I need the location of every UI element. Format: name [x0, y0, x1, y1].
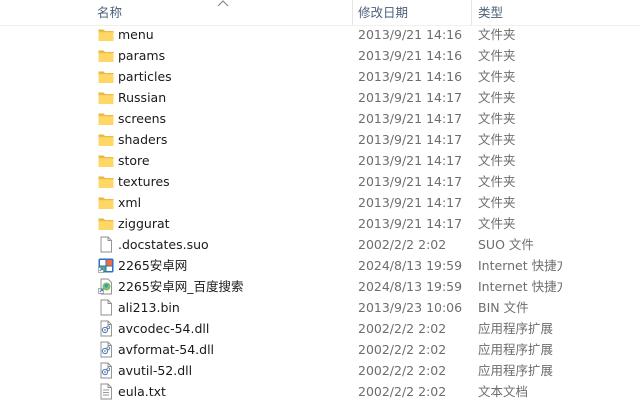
file-date-modified: 2013/9/21 14:17 [358, 90, 463, 105]
file-name: textures [118, 174, 170, 189]
file-name: menu [118, 27, 154, 42]
file-name: store [118, 153, 150, 168]
file-date-modified: 2013/9/21 14:17 [358, 216, 463, 231]
file-date-modified: 2013/9/21 14:17 [358, 174, 463, 189]
file-name: ali213.bin [118, 300, 180, 315]
folder-icon [97, 47, 115, 64]
dll-file-icon [97, 362, 115, 379]
blank-file-icon [97, 299, 115, 316]
file-name: avutil-52.dll [118, 363, 193, 378]
column-header-type[interactable]: 类型 [478, 0, 640, 25]
file-type: 应用程序扩展 [478, 363, 554, 378]
folder-icon [97, 110, 115, 127]
file-name: avformat-54.dll [118, 342, 215, 357]
file-name: 2265安卓网 [118, 258, 188, 273]
file-type: 文件夹 [478, 90, 516, 105]
file-row[interactable]: params 2013/9/21 14:16 文件夹 [0, 45, 640, 66]
file-name: screens [118, 111, 167, 126]
folder-icon [97, 68, 115, 85]
file-row[interactable]: eula.txt 2002/2/2 2:02 文本文档 [0, 381, 640, 400]
file-date-modified: 2013/9/21 14:16 [358, 27, 463, 42]
file-date-modified: 2013/9/21 14:17 [358, 195, 463, 210]
file-row[interactable]: avcodec-54.dll 2002/2/2 2:02 应用程序扩展 [0, 318, 640, 339]
folder-icon [97, 194, 115, 211]
folder-icon [97, 173, 115, 190]
file-row[interactable]: store 2013/9/21 14:17 文件夹 [0, 150, 640, 171]
file-name: params [118, 48, 166, 63]
file-date-modified: 2024/8/13 19:59 [358, 258, 463, 273]
file-date-modified: 2002/2/2 2:02 [358, 363, 447, 378]
folder-icon [97, 89, 115, 106]
folder-icon [97, 131, 115, 148]
file-name: 2265安卓网_百度搜索 [118, 279, 244, 294]
file-row[interactable]: avformat-54.dll 2002/2/2 2:02 应用程序扩展 [0, 339, 640, 360]
file-name: eula.txt [118, 384, 166, 399]
file-row[interactable]: particles 2013/9/21 14:16 文件夹 [0, 66, 640, 87]
folder-icon [97, 26, 115, 43]
column-divider[interactable] [471, 0, 472, 25]
file-name: particles [118, 69, 172, 84]
file-list: menu 2013/9/21 14:16 文件夹 params 2013/9/21 14… [0, 24, 640, 400]
file-date-modified: 2013/9/23 10:06 [358, 300, 463, 315]
file-row[interactable]: textures 2013/9/21 14:17 文件夹 [0, 171, 640, 192]
internet-shortcut-icon [97, 257, 115, 274]
column-header-bar: 名称 修改日期 类型 [0, 0, 640, 26]
file-type: BIN 文件 [478, 300, 529, 315]
file-type: Internet 快捷方式 [478, 258, 562, 273]
file-type: 文件夹 [478, 27, 516, 42]
file-date-modified: 2024/8/13 19:59 [358, 279, 463, 294]
file-date-modified: 2002/2/2 2:02 [358, 342, 447, 357]
column-divider[interactable] [352, 0, 353, 25]
dll-file-icon [97, 320, 115, 337]
file-row[interactable]: ali213.bin 2013/9/23 10:06 BIN 文件 [0, 297, 640, 318]
file-type: 应用程序扩展 [478, 321, 554, 336]
file-date-modified: 2013/9/21 14:16 [358, 69, 463, 84]
file-type: 应用程序扩展 [478, 342, 554, 357]
file-date-modified: 2013/9/21 14:16 [358, 48, 463, 63]
file-date-modified: 2013/9/21 14:17 [358, 132, 463, 147]
file-row[interactable]: xml 2013/9/21 14:17 文件夹 [0, 192, 640, 213]
file-type: SUO 文件 [478, 237, 534, 252]
text-file-icon [97, 383, 115, 400]
folder-icon [97, 152, 115, 169]
file-row[interactable]: ziggurat 2013/9/21 14:17 文件夹 [0, 213, 640, 234]
column-header-name[interactable]: 名称 [97, 0, 349, 25]
file-type: 文本文档 [478, 384, 529, 399]
file-row[interactable]: menu 2013/9/21 14:16 文件夹 [0, 24, 640, 45]
file-name: ziggurat [118, 216, 170, 231]
file-name: xml [118, 195, 142, 210]
file-explorer-view: 名称 修改日期 类型 menu 2013/9/21 14:16 文件夹 params 2… [0, 0, 640, 400]
file-row[interactable]: 2265安卓网_百度搜索 2024/8/13 19:59 Internet 快捷方式 [0, 276, 640, 297]
file-type: 文件夹 [478, 216, 516, 231]
blank-file-icon [97, 236, 115, 253]
file-name: .docstates.suo [118, 237, 209, 252]
internet-shortcut-search-icon [97, 278, 115, 295]
file-name: shaders [118, 132, 168, 147]
file-row[interactable]: Russian 2013/9/21 14:17 文件夹 [0, 87, 640, 108]
file-name: avcodec-54.dll [118, 321, 210, 336]
file-row[interactable]: screens 2013/9/21 14:17 文件夹 [0, 108, 640, 129]
file-date-modified: 2013/9/21 14:17 [358, 153, 463, 168]
file-date-modified: 2002/2/2 2:02 [358, 384, 447, 399]
folder-icon [97, 215, 115, 232]
file-type: 文件夹 [478, 153, 516, 168]
file-type: 文件夹 [478, 69, 516, 84]
file-row[interactable]: avutil-52.dll 2002/2/2 2:02 应用程序扩展 [0, 360, 640, 381]
file-row[interactable]: 2265安卓网 2024/8/13 19:59 Internet 快捷方式 [0, 255, 640, 276]
file-type: 文件夹 [478, 195, 516, 210]
dll-file-icon [97, 341, 115, 358]
column-header-date-modified[interactable]: 修改日期 [358, 0, 470, 25]
file-date-modified: 2013/9/21 14:17 [358, 111, 463, 126]
file-type: 文件夹 [478, 48, 516, 63]
file-row[interactable]: .docstates.suo 2002/2/2 2:02 SUO 文件 [0, 234, 640, 255]
file-type: 文件夹 [478, 174, 516, 189]
file-type: Internet 快捷方式 [478, 279, 562, 294]
file-type: 文件夹 [478, 111, 516, 126]
file-date-modified: 2002/2/2 2:02 [358, 237, 447, 252]
file-type: 文件夹 [478, 132, 516, 147]
file-name: Russian [118, 90, 167, 105]
file-date-modified: 2002/2/2 2:02 [358, 321, 447, 336]
file-row[interactable]: shaders 2013/9/21 14:17 文件夹 [0, 129, 640, 150]
